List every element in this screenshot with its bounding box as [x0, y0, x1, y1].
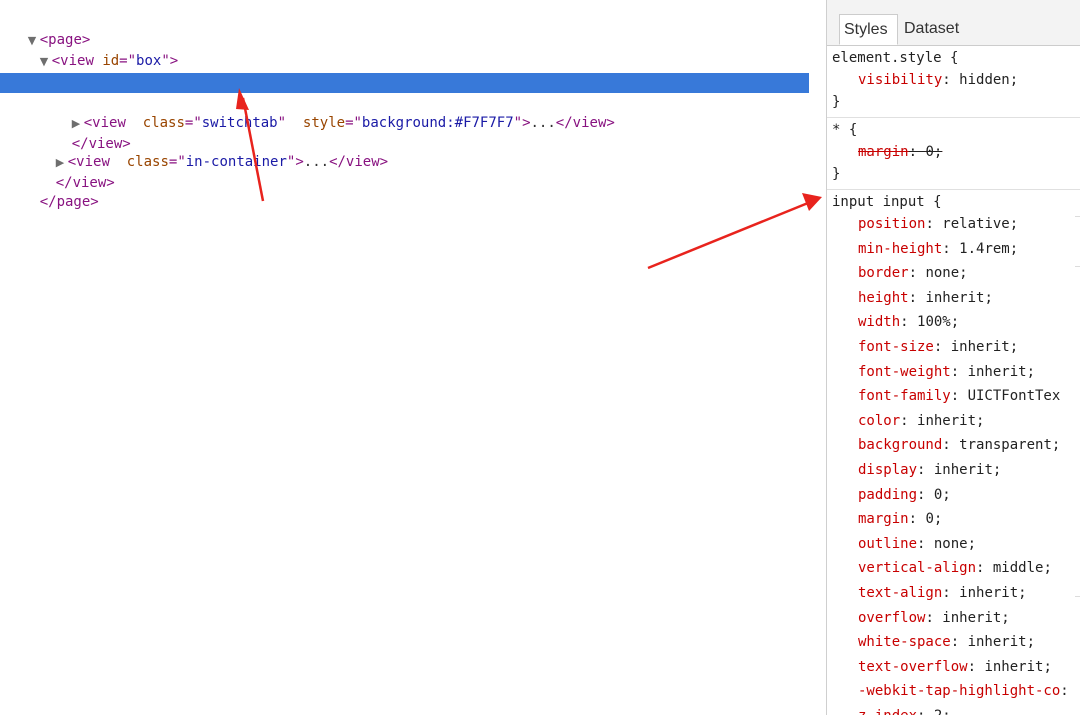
closing-tag-name: page: [56, 194, 91, 210]
css-property-value: none;: [925, 265, 968, 282]
css-property-value: 2;: [934, 708, 951, 715]
rule-input-input: input input { position: relative; min-hei…: [827, 190, 1080, 715]
css-property-value: 0;: [933, 486, 951, 503]
rule-selector: * {: [832, 122, 858, 138]
css-property-value: 0;: [925, 511, 943, 528]
css-property-name: color: [858, 412, 901, 429]
css-declaration[interactable]: z-index: 2;: [858, 704, 951, 715]
rule-element-style: element.style { visibility: hidden; }: [827, 46, 1080, 116]
css-property-value: none;: [933, 535, 977, 552]
css-declaration[interactable]: width: 100%;: [858, 310, 959, 334]
css-property-value: inherit;: [959, 585, 1027, 601]
css-property-name: outline: [858, 535, 918, 552]
css-property-name: overflow: [858, 609, 926, 626]
css-property-value: inherit;: [925, 289, 993, 306]
dom-node-close-view[interactable]: </view>: [22, 153, 826, 191]
css-property-value: inherit;: [917, 412, 985, 429]
css-property-name: text-overflow: [858, 658, 968, 675]
css-declaration[interactable]: border: none;: [858, 261, 968, 285]
css-declaration[interactable]: visibility: hidden;: [858, 68, 1018, 92]
css-property-value: inherit;: [984, 658, 1052, 675]
css-property-value: middle;: [992, 560, 1052, 577]
css-declaration[interactable]: padding: 0;: [858, 483, 951, 507]
css-declaration[interactable]: white-space: inherit;: [858, 630, 1035, 654]
rule-selector: element.style {: [832, 50, 959, 66]
css-declaration[interactable]: font-weight: inherit;: [858, 360, 1035, 384]
css-declaration[interactable]: min-height: 1.4rem;: [858, 237, 1018, 261]
css-declaration[interactable]: position: relative;: [858, 212, 1018, 236]
css-property-name: font-weight: [858, 363, 951, 380]
css-property-name: position: [858, 216, 926, 232]
css-property-name: font-family: [858, 388, 951, 405]
css-declaration-overridden[interactable]: margin: 0;: [858, 140, 942, 164]
css-declaration[interactable]: color: inherit;: [858, 409, 984, 433]
css-property-name: display: [858, 462, 918, 478]
css-declaration[interactable]: text-align: inherit;: [858, 581, 1027, 605]
dom-node-close-page[interactable]: </page>: [6, 172, 815, 210]
css-property-name: min-height: [858, 240, 943, 257]
css-property-value: inherit;: [967, 634, 1036, 651]
dom-node-view-slow[interactable]: ▼<view class="slow">: [22, 51, 826, 89]
styles-tabbar: Styles Dataset: [827, 0, 1080, 46]
css-declaration[interactable]: text-overflow: inherit;: [858, 655, 1052, 679]
css-property-name: margin: [858, 511, 909, 528]
dom-node-view-in-container[interactable]: ▶ <view class="in-container">...</view>: [22, 132, 826, 170]
styles-panel: Styles Dataset element.style { visibilit…: [826, 0, 1080, 715]
css-declaration[interactable]: overflow: inherit;: [858, 606, 1010, 630]
css-declaration[interactable]: margin: 0;: [858, 507, 942, 531]
scroll-marker: [1075, 216, 1080, 217]
css-property-value: inherit;: [942, 609, 1010, 626]
rule-selector: input input {: [832, 194, 942, 210]
css-property-value: transparent;: [959, 437, 1061, 454]
css-property-name: -webkit-tap-highlight-co: [858, 683, 1061, 700]
css-declaration[interactable]: background: transparent;: [858, 433, 1060, 457]
css-declaration[interactable]: vertical-align: middle;: [858, 556, 1052, 580]
scroll-marker: [1075, 596, 1080, 597]
dom-node-view-switchtab[interactable]: ▶ <view class="switchtab" style="backgrou…: [38, 93, 826, 131]
css-property-value: UICTFontTex: [967, 388, 1061, 405]
css-declaration[interactable]: height: inherit;: [858, 286, 993, 310]
css-declaration[interactable]: font-family: UICTFontTex: [858, 384, 1060, 408]
dom-node-close-view[interactable]: </view>: [38, 114, 826, 152]
css-property-value: 1.4rem;: [959, 240, 1019, 257]
css-declaration[interactable]: display: inherit;: [858, 458, 1001, 482]
css-property-name: font-size: [858, 339, 934, 355]
rule-close-brace: }: [832, 166, 841, 182]
css-property-value: inherit;: [967, 363, 1036, 380]
tab-styles[interactable]: Styles: [839, 14, 898, 45]
css-property-name: vertical-align: [858, 560, 977, 577]
css-declaration[interactable]: -webkit-tap-highlight-co:: [858, 679, 1077, 703]
tab-dataset[interactable]: Dataset: [900, 14, 966, 45]
dom-node-view-box[interactable]: ▼ <view id="box">: [6, 31, 815, 69]
rule-universal: * { margin: 0; }: [827, 118, 1080, 190]
css-declaration[interactable]: font-size: inherit;: [858, 335, 1018, 359]
css-property-name: height: [858, 289, 909, 306]
css-property-name: padding: [858, 486, 918, 503]
css-property-name: white-space: [858, 634, 951, 651]
css-property-value: inherit;: [933, 462, 1002, 478]
css-property-name: border: [858, 265, 909, 282]
elements-panel: ▼<page> ▼<view id="box"> ▼<view class="s…: [0, 0, 826, 715]
css-property-value: inherit;: [950, 339, 1019, 355]
rule-close-brace: }: [832, 94, 841, 110]
css-property-name: text-align: [858, 585, 943, 601]
dom-node-page[interactable]: ▼ <page>: [0, 10, 809, 48]
css-property-value: 100%;: [917, 314, 960, 331]
scroll-marker: [1075, 266, 1080, 267]
dom-node-view-camera-box-selected[interactable]: ▶ <view class="camera-box">...</view>: [0, 73, 809, 111]
css-property-name: z-index: [858, 708, 917, 715]
css-property-name: width: [858, 314, 901, 331]
css-property-value: relative;: [942, 216, 1019, 232]
css-declaration[interactable]: outline: none;: [858, 532, 976, 556]
css-property-name: background: [858, 437, 943, 454]
